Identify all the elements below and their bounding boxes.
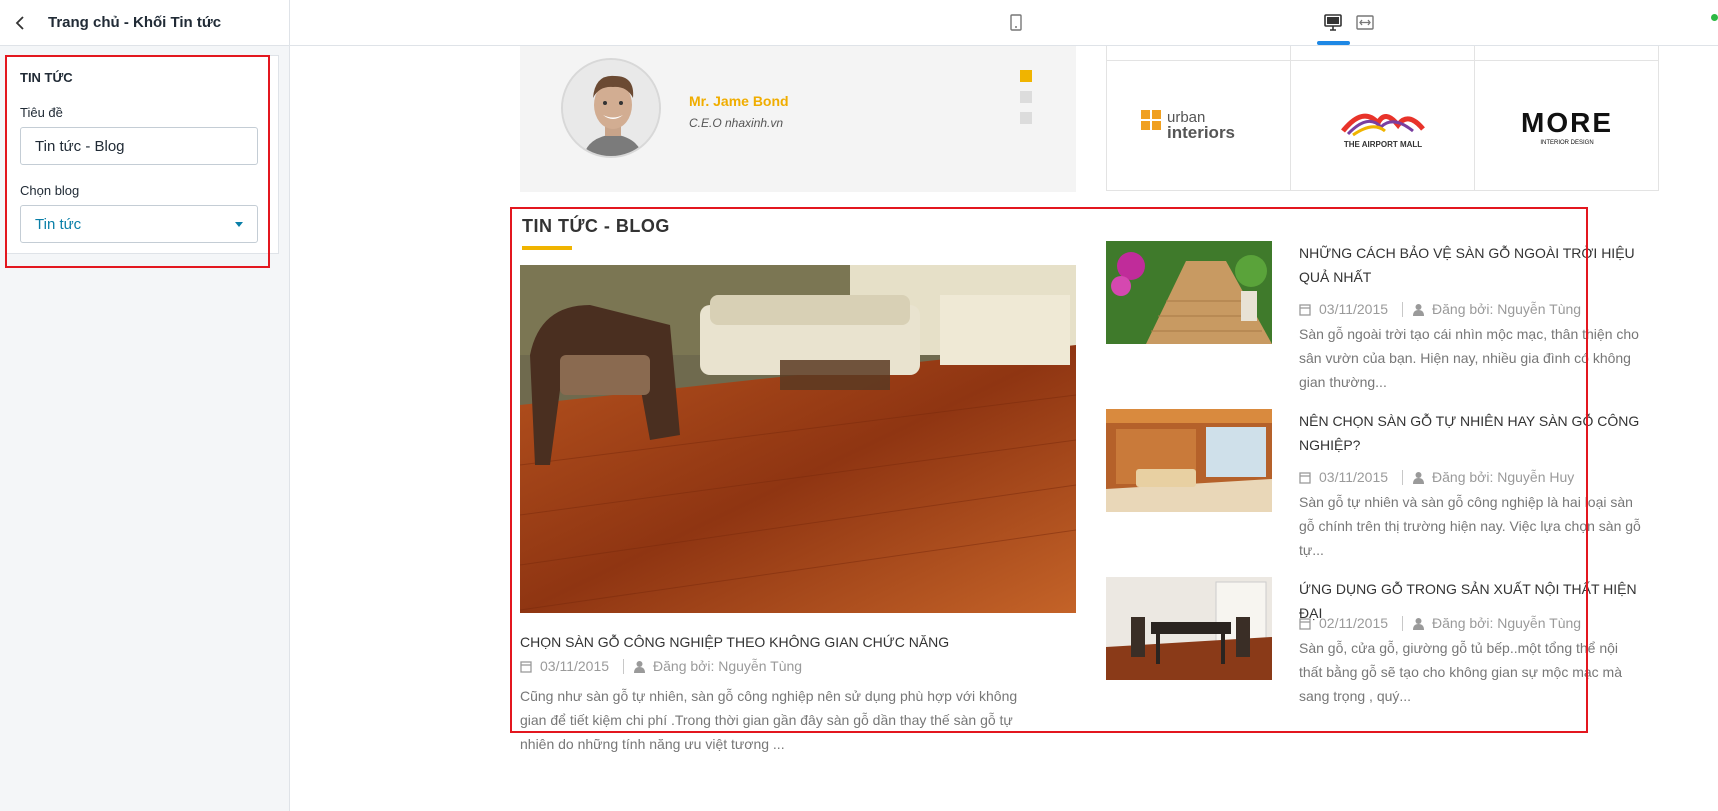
editor-sidebar: Trang chủ - Khối Tin tức TIN TỨC Tiêu đề… xyxy=(0,0,290,811)
expand-width-icon xyxy=(1356,14,1374,30)
full-width-view-button[interactable] xyxy=(1352,8,1378,36)
logo-cell-top xyxy=(1106,46,1291,61)
user-icon xyxy=(1413,617,1425,630)
meta-divider xyxy=(1402,469,1404,485)
featured-article-image[interactable] xyxy=(520,265,1076,613)
desktop-view-button[interactable] xyxy=(1320,8,1346,36)
svg-text:MORE: MORE xyxy=(1521,107,1613,138)
featured-article-title[interactable]: CHỌN SÀN GỖ CÔNG NGHIỆP THEO KHÔNG GIAN … xyxy=(520,634,949,650)
article-author: Đăng bởi: Nguyễn Tùng xyxy=(1432,301,1582,317)
article-date: 03/11/2015 xyxy=(540,658,610,674)
active-device-indicator xyxy=(1317,41,1350,45)
slider-dot-1[interactable] xyxy=(1020,70,1032,82)
featured-article-excerpt: Cũng như sàn gỗ tự nhiên, sàn gỗ công ng… xyxy=(520,688,1018,752)
testimonial-avatar xyxy=(561,58,661,158)
article-excerpt-1: Sàn gỗ ngoài trời tạo cái nhìn mộc mạc, … xyxy=(1299,326,1639,390)
svg-text:interiors: interiors xyxy=(1167,123,1235,142)
urban-interiors-logo: urban interiors xyxy=(1140,109,1235,142)
article-author: Đăng bởi: Nguyễn Tùng xyxy=(1432,615,1582,631)
partner-logos: urban interiors THE AIRPORT MALL MORE IN… xyxy=(1106,46,1661,193)
back-button[interactable] xyxy=(6,5,34,41)
calendar-icon xyxy=(1299,471,1311,484)
meta-divider xyxy=(1402,301,1404,317)
airport-mall-logo: THE AIRPORT MALL xyxy=(1340,113,1425,149)
user-icon xyxy=(1413,303,1425,316)
slider-dot-2[interactable] xyxy=(1020,91,1032,103)
mobile-view-button[interactable] xyxy=(1003,8,1029,36)
article-date: 03/11/2015 xyxy=(1319,469,1389,485)
article-meta-1: 03/11/2015 Đăng bởi: Nguyễn Tùng xyxy=(1299,301,1581,317)
svg-text:INTERIOR DESIGN: INTERIOR DESIGN xyxy=(1540,140,1593,146)
svg-text:THE AIRPORT MALL: THE AIRPORT MALL xyxy=(1343,140,1421,149)
more-logo: MORE INTERIOR DESIGN xyxy=(1521,107,1613,146)
article-title-1[interactable]: NHỮNG CÁCH BẢO VỆ SÀN GỖ NGOÀI TRỜI HIỆU… xyxy=(1299,241,1659,289)
title-field-label: Tiêu đề xyxy=(20,105,63,120)
article-author: Đăng bởi: Nguyễn Tùng xyxy=(653,658,803,674)
sidebar-header: Trang chủ - Khối Tin tức xyxy=(0,0,289,46)
section-heading: TIN TỨC xyxy=(20,70,73,85)
logo-cell-top xyxy=(1290,46,1475,61)
meta-divider xyxy=(623,658,625,674)
article-meta-3: 02/11/2015 Đăng bởi: Nguyễn Tùng xyxy=(1299,615,1581,631)
article-excerpt-3: Sàn gỗ, cửa gỗ, giường gỗ tủ bếp..một tổ… xyxy=(1299,640,1623,704)
user-icon xyxy=(634,660,646,673)
caret-down-icon xyxy=(235,221,243,227)
online-status-dot xyxy=(1711,14,1718,21)
blog-select[interactable]: Tin tức xyxy=(20,205,258,243)
sidebar-title: Trang chủ - Khối Tin tức xyxy=(48,14,222,31)
featured-article-meta: 03/11/2015 Đăng bởi: Nguyễn Tùng xyxy=(520,658,802,674)
meta-divider xyxy=(1402,615,1404,631)
article-date: 03/11/2015 xyxy=(1319,301,1389,317)
chevron-left-icon xyxy=(15,15,24,30)
slider-dot-3[interactable] xyxy=(1020,112,1032,124)
article-image-3[interactable] xyxy=(1106,577,1272,680)
calendar-icon xyxy=(520,660,532,673)
article-meta-2: 03/11/2015 Đăng bởi: Nguyễn Huy xyxy=(1299,469,1574,485)
article-author: Đăng bởi: Nguyễn Huy xyxy=(1432,469,1575,485)
article-excerpt-2: Sàn gỗ tự nhiên và sàn gỗ công nghiệp là… xyxy=(1299,494,1641,558)
desktop-icon xyxy=(1324,13,1342,31)
article-date: 02/11/2015 xyxy=(1319,615,1389,631)
user-icon xyxy=(1413,471,1425,484)
calendar-icon xyxy=(1299,617,1311,630)
heading-underline xyxy=(522,246,572,250)
article-image-1[interactable] xyxy=(1106,241,1272,344)
blog-select-value: Tin tức xyxy=(35,215,82,233)
testimonial-name: Mr. Jame Bond xyxy=(689,93,789,109)
testimonial-role: C.E.O nhaxinh.vn xyxy=(689,116,784,130)
testimonial-slider: Mr. Jame Bond C.E.O nhaxinh.vn xyxy=(520,46,1076,192)
logo-cell-top xyxy=(1474,46,1659,61)
partner-logo-airport-mall[interactable]: THE AIRPORT MALL xyxy=(1290,60,1475,191)
blog-heading: TIN TỨC - BLOG xyxy=(522,216,670,236)
title-field[interactable] xyxy=(20,127,258,165)
partner-logo-urban-interiors[interactable]: urban interiors xyxy=(1106,60,1291,191)
blog-select-label: Chọn blog xyxy=(20,183,80,198)
preview-canvas: Mr. Jame Bond C.E.O nhaxinh.vn urban int… xyxy=(290,46,1718,811)
partner-logo-more[interactable]: MORE INTERIOR DESIGN xyxy=(1474,60,1659,191)
preview-toolbar xyxy=(290,0,1718,46)
article-title-2[interactable]: NÊN CHỌN SÀN GỖ TỰ NHIÊN HAY SÀN GỖ CÔNG… xyxy=(1299,409,1659,457)
article-image-2[interactable] xyxy=(1106,409,1272,512)
mobile-icon xyxy=(1010,13,1022,31)
calendar-icon xyxy=(1299,303,1311,316)
